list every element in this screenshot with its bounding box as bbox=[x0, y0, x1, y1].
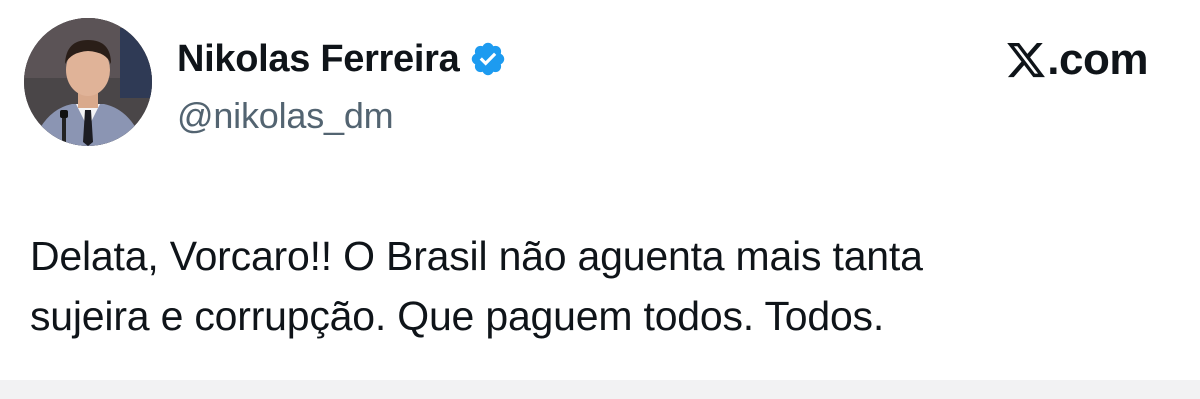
avatar[interactable] bbox=[24, 18, 152, 146]
watermark-text: .com bbox=[1047, 35, 1148, 84]
author-name-row: Nikolas Ferreira bbox=[177, 36, 507, 82]
profile-photo bbox=[24, 18, 152, 146]
x-logo-icon bbox=[1005, 39, 1047, 81]
bottom-divider bbox=[0, 380, 1200, 399]
verified-badge-icon bbox=[469, 40, 507, 78]
tweet-card: Nikolas Ferreira @nikolas_dm .com Delata… bbox=[0, 0, 1200, 380]
x-com-watermark: .com bbox=[1005, 34, 1148, 86]
tweet-text: Delata, Vorcaro!! O Brasil não aguenta m… bbox=[30, 226, 1170, 346]
author-handle[interactable]: @nikolas_dm bbox=[177, 94, 394, 138]
tweet-text-line: sujeira e corrupção. Que paguem todos. T… bbox=[30, 293, 885, 339]
tweet-text-line: Delata, Vorcaro!! O Brasil não aguenta m… bbox=[30, 233, 923, 279]
display-name[interactable]: Nikolas Ferreira bbox=[177, 36, 460, 82]
